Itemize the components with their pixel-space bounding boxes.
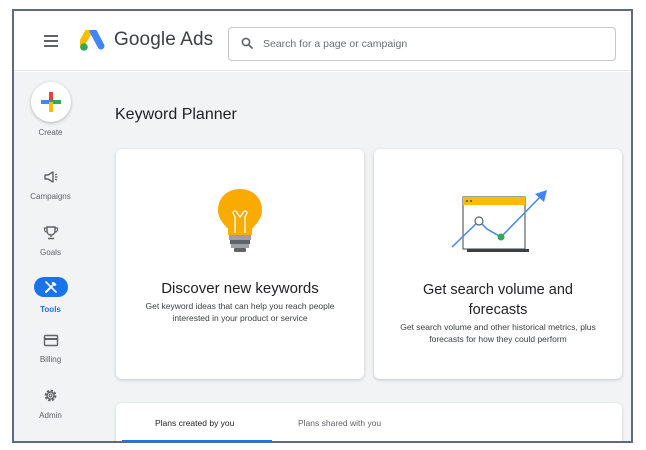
card-title: Discover new keywords xyxy=(161,280,319,297)
card-description: Get keyword ideas that can help you reac… xyxy=(145,301,335,323)
side-nav: Create Campaigns Goals Tools Billing Adm… xyxy=(14,72,87,441)
discover-keywords-card[interactable]: Discover new keywords Get keyword ideas … xyxy=(116,149,364,379)
sidebar-item-campaigns[interactable]: Campaigns xyxy=(14,170,87,201)
sidebar-item-label: Campaigns xyxy=(30,192,71,201)
search-placeholder: Search for a page or campaign xyxy=(263,38,408,50)
search-input[interactable]: Search for a page or campaign xyxy=(228,27,616,61)
menu-icon[interactable] xyxy=(44,35,58,47)
sidebar-item-label: Admin xyxy=(39,411,62,420)
create-button[interactable] xyxy=(31,82,71,122)
plus-icon xyxy=(41,92,61,112)
sidebar-item-label: Billing xyxy=(39,355,62,364)
create-label[interactable]: Create xyxy=(14,125,87,137)
megaphone-icon xyxy=(43,171,57,183)
sidebar-item-billing[interactable]: Billing xyxy=(14,334,87,364)
page-title: Keyword Planner xyxy=(115,106,237,123)
credit-card-icon xyxy=(43,334,58,347)
card-description: Get search volume and other historical m… xyxy=(400,322,596,344)
tab-plans-created[interactable]: Plans created by you xyxy=(155,418,234,428)
google-ads-logo-icon xyxy=(77,27,106,52)
trophy-icon xyxy=(43,226,58,240)
gear-icon xyxy=(44,389,57,402)
search-volume-card[interactable]: Get search volume and forecasts Get sear… xyxy=(374,149,622,379)
plans-panel: Plans created by you Plans shared with y… xyxy=(116,403,622,441)
active-tab-indicator xyxy=(122,440,272,441)
app-window: Google Ads Search for a page or campaign… xyxy=(12,9,633,443)
brand-name: Google Ads xyxy=(114,29,214,50)
sidebar-item-tools[interactable]: Tools xyxy=(14,277,87,314)
forecast-chart-icon xyxy=(451,190,547,252)
tab-plans-shared[interactable]: Plans shared with you xyxy=(298,418,381,428)
main-content: Keyword Planner Discover new keywords Ge… xyxy=(87,72,631,441)
sidebar-item-admin[interactable]: Admin xyxy=(14,388,87,420)
sidebar-item-goals[interactable]: Goals xyxy=(14,225,87,257)
tools-icon xyxy=(44,281,57,293)
top-bar: Google Ads Search for a page or campaign xyxy=(14,11,631,71)
sidebar-item-label: Goals xyxy=(40,248,61,257)
search-icon xyxy=(241,37,253,49)
card-title: Get search volume and forecasts xyxy=(423,282,573,318)
lightbulb-icon xyxy=(218,189,262,252)
sidebar-item-label: Tools xyxy=(40,305,61,314)
